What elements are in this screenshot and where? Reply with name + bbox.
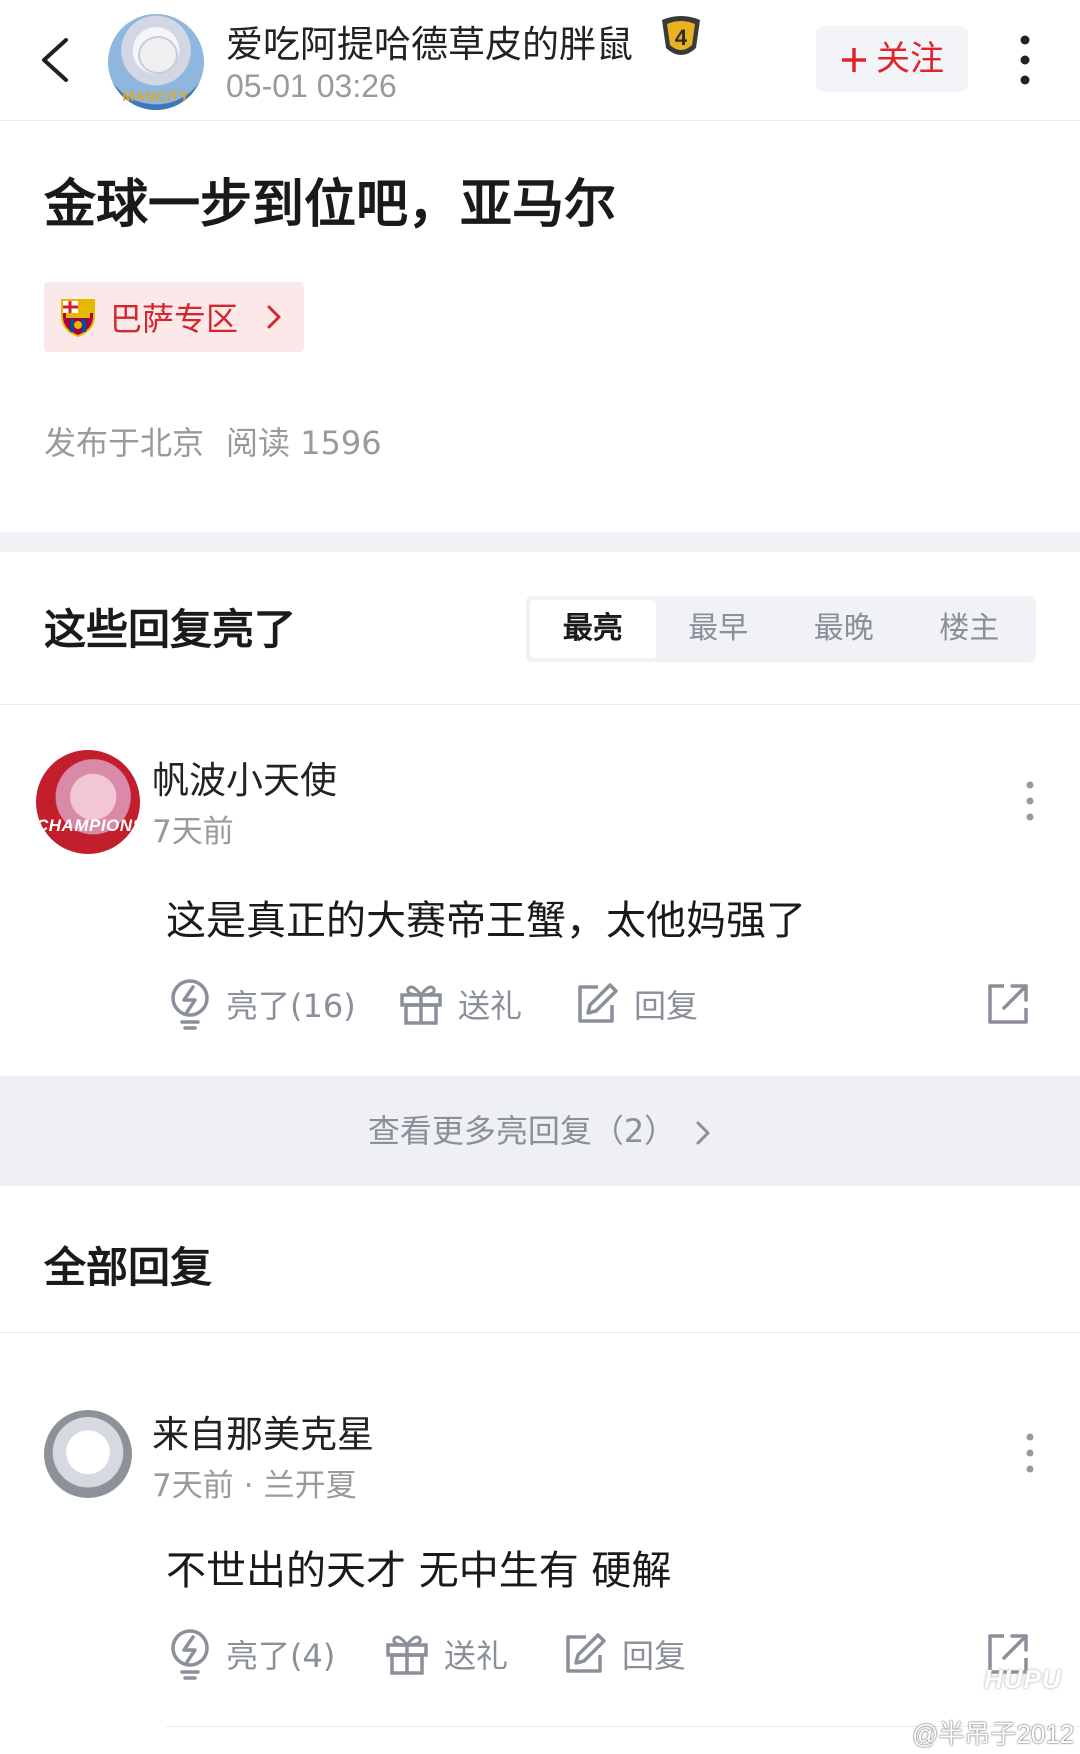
gift-button[interactable]: 送礼 bbox=[398, 976, 522, 1032]
reply-button[interactable]: 回复 bbox=[574, 976, 698, 1032]
commenter-avatar[interactable] bbox=[44, 1410, 132, 1498]
gift-button[interactable]: 送礼 bbox=[384, 1626, 508, 1682]
more-vertical-icon bbox=[1026, 1433, 1034, 1473]
tab-latest[interactable]: 最晚 bbox=[781, 600, 907, 658]
gift-label: 送礼 bbox=[458, 987, 523, 1025]
comment-more-button[interactable] bbox=[1020, 778, 1040, 824]
hupu-watermark-logo: HUPU bbox=[984, 1664, 1062, 1694]
post-meta: 发布于北京 阅读 1596 bbox=[44, 418, 382, 464]
tab-earliest[interactable]: 最早 bbox=[656, 600, 782, 658]
commenter-username[interactable]: 帆波小天使 bbox=[152, 750, 337, 804]
post-location: 发布于北京 bbox=[44, 424, 205, 462]
more-bright-replies-label: 查看更多亮回复（2） bbox=[367, 1112, 677, 1150]
reply-label: 回复 bbox=[622, 1637, 687, 1675]
avatar-text: CHAMPIONS bbox=[36, 816, 145, 835]
commenter-username[interactable]: 来自那美克星 bbox=[152, 1404, 374, 1458]
lightbulb-icon bbox=[171, 979, 209, 1030]
read-count: 阅读 1596 bbox=[226, 424, 382, 462]
like-label: 亮了(4) bbox=[226, 1637, 336, 1675]
back-arrow-icon bbox=[42, 38, 68, 82]
all-replies-heading: 全部回复 bbox=[44, 1243, 213, 1292]
like-button[interactable]: 亮了(4) bbox=[168, 1626, 335, 1682]
reply-label: 回复 bbox=[634, 987, 699, 1025]
divider bbox=[0, 704, 1080, 705]
share-icon bbox=[988, 984, 1028, 1024]
author-avatar[interactable]: MANCITY bbox=[108, 14, 204, 110]
tab-brightest[interactable]: 最亮 bbox=[530, 600, 656, 658]
comment-text: 这是真正的大赛帝王蟹，太他妈强了 bbox=[166, 898, 806, 944]
lightbulb-icon bbox=[171, 1629, 209, 1680]
sort-tabs: 最亮 最早 最晚 楼主 bbox=[526, 596, 1036, 662]
reply-button[interactable]: 回复 bbox=[562, 1626, 686, 1682]
back-button[interactable] bbox=[32, 28, 80, 92]
more-vertical-icon bbox=[1026, 781, 1034, 821]
divider bbox=[0, 1332, 1080, 1333]
section-divider bbox=[0, 532, 1080, 552]
author-username[interactable]: 爱吃阿提哈德草皮的胖鼠 bbox=[226, 14, 633, 68]
chevron-right-icon bbox=[696, 1121, 710, 1145]
barca-crest-icon bbox=[61, 299, 95, 338]
post-time: 05-01 03:26 bbox=[226, 68, 397, 104]
bright-replies-heading: 这些回复亮了 bbox=[44, 605, 297, 654]
avatar-face bbox=[138, 36, 178, 74]
level-number: 4 bbox=[675, 25, 688, 50]
commenter-avatar[interactable]: CHAMPIONS bbox=[36, 750, 145, 854]
more-options-button[interactable] bbox=[1010, 30, 1040, 90]
comment-time: 7天前 bbox=[152, 814, 234, 850]
edit-reply-icon bbox=[566, 1633, 606, 1673]
share-button[interactable] bbox=[984, 980, 1032, 1028]
topic-tag-label: 巴萨专区 bbox=[110, 300, 239, 338]
comment-time: 7天前 bbox=[152, 1468, 234, 1504]
comment-meta: 7天前 · 兰开夏 bbox=[152, 1460, 357, 1505]
follow-button[interactable]: 关注 bbox=[816, 26, 968, 92]
more-bright-replies-button[interactable]: 查看更多亮回复（2） bbox=[0, 1076, 1080, 1186]
gift-icon bbox=[400, 985, 442, 1025]
chevron-right-icon bbox=[267, 305, 281, 329]
level-badge-icon: 4 bbox=[658, 12, 704, 62]
topic-tag[interactable]: 巴萨专区 bbox=[44, 282, 304, 352]
edit-reply-icon bbox=[578, 983, 618, 1023]
tab-op-only[interactable]: 楼主 bbox=[907, 600, 1033, 658]
post-title: 金球一步到位吧，亚马尔 bbox=[44, 175, 617, 235]
plus-icon bbox=[842, 48, 866, 72]
follow-label: 关注 bbox=[876, 39, 944, 79]
more-vertical-icon bbox=[1020, 35, 1030, 85]
gift-icon bbox=[386, 1635, 428, 1675]
avatar-logo-text: MANCITY bbox=[122, 88, 190, 104]
separator-dot: · bbox=[243, 1468, 254, 1504]
comment-more-button[interactable] bbox=[1020, 1430, 1040, 1476]
like-button[interactable]: 亮了(16) bbox=[168, 976, 356, 1032]
like-label: 亮了(16) bbox=[226, 987, 356, 1025]
comment-location: 兰开夏 bbox=[263, 1468, 357, 1504]
comment-text: 不世出的天才 无中生有 硬解 bbox=[166, 1548, 672, 1594]
watermark-username: @半吊子2012 bbox=[912, 1719, 1075, 1749]
gift-label: 送礼 bbox=[444, 1637, 509, 1675]
